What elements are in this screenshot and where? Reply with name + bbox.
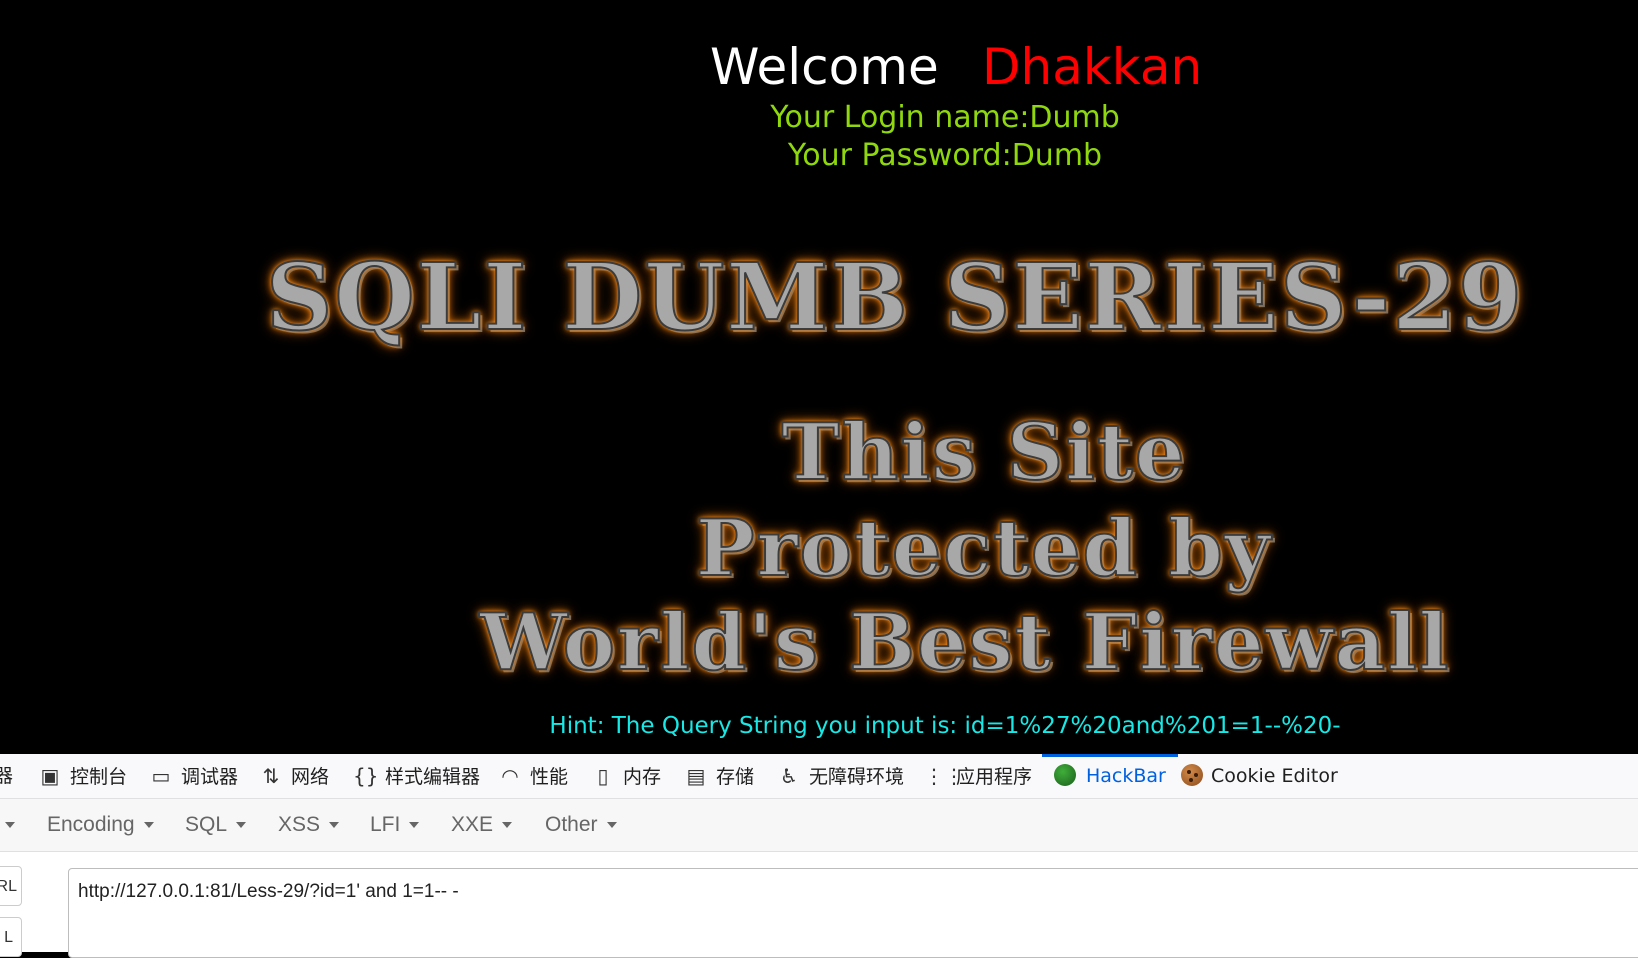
accessibility-icon: ♿ — [780, 764, 798, 788]
application-icon: ⋮⋮ — [924, 764, 964, 788]
tab-label: 网络 — [291, 766, 330, 788]
tab-style-editor[interactable]: {} 样式编辑器 — [353, 754, 480, 798]
chevron-down-icon — [409, 822, 420, 828]
menu-encoding[interactable]: Encoding — [47, 799, 154, 851]
menu-label: XSS — [278, 813, 321, 836]
menu-lfi[interactable]: LFI — [370, 799, 420, 851]
tab-inspector[interactable]: 器 — [0, 754, 13, 798]
chevron-down-icon — [502, 822, 513, 828]
tab-label: HackBar — [1086, 765, 1166, 787]
menu-label: XXE — [451, 813, 494, 836]
web-page: Welcome Dhakkan Your Login name:Dumb You… — [0, 0, 1638, 754]
load-url-button[interactable]: RL — [0, 866, 22, 906]
menu-sql[interactable]: SQL — [185, 799, 247, 851]
menu-other[interactable]: Other — [545, 799, 617, 851]
tab-performance[interactable]: ◠ 性能 — [498, 754, 568, 798]
firewall-banner-line-3: World's Best Firewall — [479, 596, 1451, 689]
firewall-banner-line-1: This Site — [780, 406, 1187, 499]
console-icon: ▣ — [40, 764, 60, 788]
tab-hackbar[interactable]: HackBar — [1042, 754, 1178, 798]
welcome-user-name: Dhakkan — [982, 38, 1203, 96]
devtools-tab-bar: 器 ▣ 控制台 ▭ 调试器 ⇅ 网络 {} 样式编辑器 ◠ 性能 ▯ 内存 ▤ 存储 ♿ 无障碍… — [0, 754, 1638, 799]
firewall-banner-line-2: Protected by — [695, 502, 1273, 595]
menu-xxe[interactable]: XXE — [451, 799, 513, 851]
storage-icon: ▤ — [686, 764, 706, 788]
tab-label: 存储 — [716, 766, 755, 788]
query-hint: Hint: The Query String you input is: id=… — [549, 713, 1341, 739]
split-url-button[interactable]: L — [0, 917, 22, 957]
tab-console[interactable]: ▣ 控制台 — [38, 754, 127, 798]
tab-label: 应用程序 — [956, 766, 1033, 788]
tab-storage[interactable]: ▤ 存储 — [684, 754, 754, 798]
welcome-text: Welcome — [710, 38, 939, 96]
menu-label: LFI — [370, 813, 401, 836]
menu-label: Encoding — [47, 813, 135, 836]
url-input[interactable]: http://127.0.0.1:81/Less-29/?id=1' and 1… — [68, 868, 1638, 958]
memory-icon: ▯ — [597, 764, 609, 788]
style-editor-icon: {} — [353, 764, 379, 788]
menu-label: SQL — [185, 813, 228, 836]
hackbar-menu-bar: Encoding SQL XSS LFI XXE Other — [0, 799, 1638, 852]
chevron-down-icon — [143, 822, 154, 828]
tab-cookie-editor[interactable]: Cookie Editor — [1181, 754, 1338, 798]
hackbar-icon — [1054, 764, 1076, 786]
series-banner-image: SQLI DUMB SERIES-29 — [265, 242, 1525, 352]
welcome-row: Welcome Dhakkan — [0, 38, 1638, 98]
tab-network[interactable]: ⇅ 网络 — [259, 754, 329, 798]
tab-application[interactable]: ⋮⋮应用程序 — [924, 754, 1032, 798]
login-name-text: Your Login name:Dumb — [770, 100, 1120, 135]
chevron-down-icon — [606, 822, 617, 828]
tab-label: 样式编辑器 — [385, 766, 481, 788]
tab-label: 器 — [0, 765, 14, 787]
tab-memory[interactable]: ▯ 内存 — [591, 754, 661, 798]
tab-label: 性能 — [530, 766, 569, 788]
cookie-icon — [1181, 764, 1203, 786]
tab-label: 内存 — [623, 766, 662, 788]
menu-load-dropdown[interactable] — [0, 799, 15, 851]
tab-label: 控制台 — [70, 766, 128, 788]
tab-accessibility[interactable]: ♿ 无障碍环境 — [777, 754, 904, 798]
debugger-icon: ▭ — [151, 764, 171, 788]
tab-label: Cookie Editor — [1211, 765, 1338, 787]
devtools-panel: 器 ▣ 控制台 ▭ 调试器 ⇅ 网络 {} 样式编辑器 ◠ 性能 ▯ 内存 ▤ 存储 ♿ 无障碍… — [0, 754, 1638, 958]
menu-xss[interactable]: XSS — [278, 799, 340, 851]
chevron-down-icon — [329, 822, 340, 828]
performance-icon: ◠ — [501, 764, 519, 788]
chevron-down-icon — [5, 822, 15, 828]
chevron-down-icon — [236, 822, 247, 828]
tab-debugger[interactable]: ▭ 调试器 — [149, 754, 238, 798]
tab-label: 调试器 — [181, 766, 239, 788]
network-icon: ⇅ — [262, 764, 280, 788]
menu-label: Other — [545, 813, 598, 836]
tab-label: 无障碍环境 — [809, 766, 905, 788]
password-text: Your Password:Dumb — [787, 138, 1103, 173]
